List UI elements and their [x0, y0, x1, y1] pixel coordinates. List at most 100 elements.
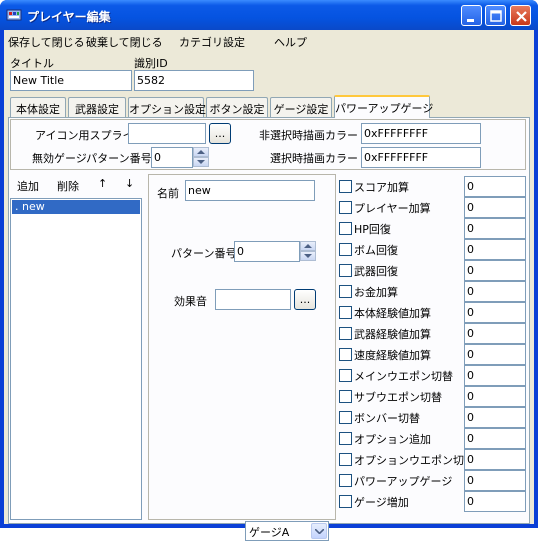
- effect-label[interactable]: 速度経験値加算: [354, 347, 431, 363]
- unselected-color-input[interactable]: 0xFFFFFFFF: [361, 123, 481, 144]
- effect-value-input[interactable]: 0: [464, 218, 526, 239]
- sound-label: 効果音: [174, 295, 207, 308]
- effect-label[interactable]: プレイヤー加算: [354, 200, 431, 216]
- effect-value-input[interactable]: 0: [464, 491, 526, 512]
- effect-label[interactable]: ボム回復: [354, 242, 398, 258]
- effect-checkbox[interactable]: [339, 222, 352, 235]
- effect-checkbox[interactable]: [339, 495, 352, 508]
- effect-label[interactable]: ゲージ増加: [354, 494, 409, 510]
- effect-label[interactable]: ボンバー切替: [354, 410, 420, 426]
- item-list[interactable]: . new: [10, 198, 142, 520]
- disabled-pattern-spinner[interactable]: [193, 147, 209, 167]
- menu-category-settings[interactable]: カテゴリ設定: [179, 34, 245, 50]
- effect-checkbox[interactable]: [339, 411, 352, 424]
- title-bar[interactable]: プレイヤー編集: [0, 0, 538, 30]
- title-label: タイトル: [10, 57, 54, 70]
- spin-up-icon[interactable]: [300, 241, 316, 251]
- effect-value-input[interactable]: 0: [464, 407, 526, 428]
- list-item[interactable]: . new: [12, 200, 140, 214]
- name-label: 名前: [157, 187, 179, 200]
- menu-help[interactable]: ヘルプ: [274, 34, 307, 50]
- pattern-input[interactable]: 0: [234, 241, 300, 262]
- effect-checkbox[interactable]: [339, 285, 352, 298]
- move-up-button[interactable]: ↑: [98, 177, 107, 190]
- effect-checkbox[interactable]: [339, 474, 352, 487]
- window-title: プレイヤー編集: [27, 10, 111, 24]
- effect-label[interactable]: 武器経験値加算: [354, 326, 431, 342]
- effect-label[interactable]: スコア加算: [354, 179, 409, 195]
- icon-sprite-browse-button[interactable]: ...: [209, 123, 231, 144]
- effect-checkbox[interactable]: [339, 432, 352, 445]
- close-button[interactable]: [510, 5, 531, 26]
- id-label: 識別ID: [134, 57, 168, 70]
- tab-body-settings[interactable]: 本体設定: [10, 97, 66, 117]
- effect-value-input[interactable]: 0: [464, 281, 526, 302]
- spin-up-icon[interactable]: [193, 147, 209, 157]
- tab-weapon-settings[interactable]: 武器設定: [68, 97, 126, 117]
- title-input[interactable]: New Title: [10, 70, 132, 91]
- effect-value-input[interactable]: 0: [464, 176, 526, 197]
- effect-checkbox[interactable]: [339, 243, 352, 256]
- effect-checkbox[interactable]: [339, 201, 352, 214]
- id-input[interactable]: 5582: [134, 70, 254, 91]
- effect-label[interactable]: パワーアップゲージ: [354, 473, 452, 489]
- effect-value-input[interactable]: 0: [464, 323, 526, 344]
- effect-checkbox[interactable]: [339, 453, 352, 466]
- effect-checkbox[interactable]: [339, 390, 352, 403]
- gauge-select[interactable]: ゲージA: [245, 521, 329, 541]
- effect-label[interactable]: メインウエポン切替: [354, 368, 453, 384]
- effect-value-input[interactable]: 0: [464, 386, 526, 407]
- pattern-spinner[interactable]: [300, 241, 316, 261]
- sound-browse-button[interactable]: ...: [294, 289, 316, 310]
- detail-group: [148, 174, 336, 520]
- effect-value-input[interactable]: 0: [464, 197, 526, 218]
- effect-value-input[interactable]: 0: [464, 470, 526, 491]
- name-input[interactable]: new: [185, 180, 315, 201]
- editor-window: プレイヤー編集 保存して閉じる 破棄して閉じる カテゴリ設定 ヘルプ タイトル …: [0, 0, 538, 541]
- effect-value-input[interactable]: 0: [464, 344, 526, 365]
- effect-checkbox[interactable]: [339, 369, 352, 382]
- effect-value-input[interactable]: 0: [464, 449, 526, 470]
- effect-label[interactable]: 本体経験値加算: [354, 305, 431, 321]
- effect-label[interactable]: HP回復: [354, 221, 391, 237]
- menu-save-close[interactable]: 保存して閉じる: [8, 34, 85, 50]
- delete-button[interactable]: 削除: [57, 178, 79, 194]
- menu-bar: 保存して閉じる 破棄して閉じる カテゴリ設定 ヘルプ: [4, 30, 534, 50]
- effect-checkbox[interactable]: [339, 264, 352, 277]
- effect-value-input[interactable]: 0: [464, 302, 526, 323]
- maximize-button[interactable]: [485, 5, 506, 26]
- effect-checkbox[interactable]: [339, 327, 352, 340]
- effect-checkbox[interactable]: [339, 180, 352, 193]
- minimize-button[interactable]: [461, 5, 482, 26]
- tab-option-settings[interactable]: オプション設定: [128, 97, 206, 117]
- unselected-color-label: 非選択時描画カラー: [259, 129, 358, 142]
- disabled-pattern-input[interactable]: 0: [151, 147, 193, 168]
- move-down-button[interactable]: ↓: [125, 177, 134, 190]
- effect-value-input[interactable]: 0: [464, 260, 526, 281]
- chevron-down-icon[interactable]: [311, 523, 327, 539]
- tab-powerup-gauge[interactable]: パワーアップゲージ: [334, 95, 433, 118]
- add-button[interactable]: 追加: [17, 178, 39, 194]
- effect-value-input[interactable]: 0: [464, 239, 526, 260]
- tab-gauge-settings[interactable]: ゲージ設定: [270, 97, 332, 117]
- effect-value-input[interactable]: 0: [464, 365, 526, 386]
- app-icon: [6, 7, 22, 23]
- icon-sprite-input[interactable]: [128, 123, 206, 144]
- effect-label[interactable]: 武器回復: [354, 263, 398, 279]
- tab-strip: 本体設定 武器設定 オプション設定 ボタン設定 ゲージ設定 パワーアップゲージ: [8, 95, 530, 118]
- effect-label[interactable]: サブウエポン切替: [354, 389, 442, 405]
- effect-label[interactable]: オプション追加: [354, 431, 431, 447]
- sound-input[interactable]: [215, 289, 291, 310]
- spin-down-icon[interactable]: [193, 157, 209, 167]
- effect-checkbox[interactable]: [339, 348, 352, 361]
- effect-checkbox[interactable]: [339, 306, 352, 319]
- tab-button-settings[interactable]: ボタン設定: [206, 97, 268, 117]
- effect-value-input[interactable]: 0: [464, 428, 526, 449]
- menu-discard-close[interactable]: 破棄して閉じる: [86, 34, 163, 50]
- spin-down-icon[interactable]: [300, 251, 316, 261]
- effect-label[interactable]: お金加算: [354, 284, 398, 300]
- effect-label[interactable]: オプションウエポン切替: [354, 452, 475, 468]
- client-area: 保存して閉じる 破棄して閉じる カテゴリ設定 ヘルプ タイトル New Titl…: [4, 30, 534, 541]
- selected-color-label: 選択時描画カラー: [270, 152, 358, 165]
- selected-color-input[interactable]: 0xFFFFFFFF: [361, 147, 481, 168]
